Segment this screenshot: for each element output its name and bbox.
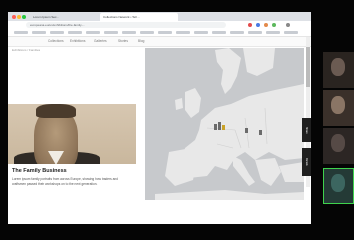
map-marker[interactable] (259, 130, 262, 135)
participant-video (331, 134, 345, 152)
site-nav: Collections Exhibitions Galleries Storie… (8, 37, 311, 47)
participant-tile[interactable] (323, 128, 354, 164)
shared-screen: Lorem Ipsum Sec... Collections Network •… (8, 12, 311, 224)
address-bar: europeana.eu/en/exhibitions/the-family-.… (8, 21, 311, 29)
bookmark-item[interactable] (284, 31, 298, 34)
browser-tab-active[interactable]: Collections Network • Tell ... (100, 13, 178, 21)
bookmark-item[interactable] (50, 31, 64, 34)
extension-icon[interactable] (248, 23, 252, 27)
web-page: Collections Exhibitions Galleries Storie… (8, 37, 311, 224)
bookmark-item[interactable] (194, 31, 208, 34)
bookmark-item[interactable] (266, 31, 280, 34)
breadcrumb[interactable]: Exhibitions / Families (12, 48, 40, 52)
bookmark-item[interactable] (176, 31, 190, 34)
url-input[interactable]: europeana.eu/en/exhibitions/the-family-.… (26, 22, 226, 28)
bookmark-item[interactable] (68, 31, 82, 34)
nav-item[interactable]: Blog (138, 37, 144, 46)
close-window-icon[interactable] (12, 15, 16, 19)
share-side-button[interactable]: Share (302, 118, 311, 142)
menu-icon[interactable] (286, 23, 290, 27)
exhibit-body: Lorem ipsum family portraits from across… (12, 177, 118, 186)
photo-hair (36, 104, 76, 118)
participant-video (331, 58, 345, 76)
bookmarks-bar (8, 29, 311, 37)
map-marker-highlighted[interactable] (222, 125, 225, 130)
bookmark-item[interactable] (14, 31, 28, 34)
minimize-window-icon[interactable] (17, 15, 21, 19)
nav-item[interactable]: Exhibitions (70, 37, 85, 46)
bookmark-item[interactable] (212, 31, 226, 34)
nav-item[interactable]: Galleries (94, 37, 107, 46)
maximize-window-icon[interactable] (22, 15, 26, 19)
bookmark-item[interactable] (140, 31, 154, 34)
portrait-photo (8, 104, 136, 164)
meeting-stage: Lorem Ipsum Sec... Collections Network •… (0, 0, 354, 240)
map-marker[interactable] (218, 122, 221, 130)
browser-tab-bar: Lorem Ipsum Sec... Collections Network •… (8, 12, 311, 21)
land-ireland (175, 98, 183, 110)
browser-tab[interactable]: Lorem Ipsum Sec... (30, 13, 100, 21)
exhibit-title: The Family Business (12, 168, 67, 174)
bookmark-item[interactable] (230, 31, 244, 34)
bookmark-item[interactable] (158, 31, 172, 34)
nav-item[interactable]: Stories (118, 37, 128, 46)
bookmark-item[interactable] (86, 31, 100, 34)
map-marker[interactable] (214, 124, 217, 130)
bookmark-item[interactable] (248, 31, 262, 34)
bookmark-item[interactable] (104, 31, 118, 34)
participant-tile[interactable] (323, 52, 354, 88)
extension-icon[interactable] (272, 23, 276, 27)
extension-icon[interactable] (264, 23, 268, 27)
map-marker[interactable] (245, 128, 248, 133)
extension-icon[interactable] (256, 23, 260, 27)
participant-tile[interactable] (323, 90, 354, 126)
participant-video (331, 174, 345, 192)
bookmark-item[interactable] (122, 31, 136, 34)
europe-map[interactable] (145, 48, 304, 200)
participant-video (331, 96, 345, 114)
details-side-button[interactable]: Details (302, 148, 311, 176)
map-svg (145, 48, 304, 200)
participant-tile-active-speaker[interactable] (323, 168, 354, 204)
page-scrollbar-thumb[interactable] (306, 47, 310, 87)
nav-item[interactable]: Collections (48, 37, 64, 46)
bookmark-item[interactable] (32, 31, 46, 34)
